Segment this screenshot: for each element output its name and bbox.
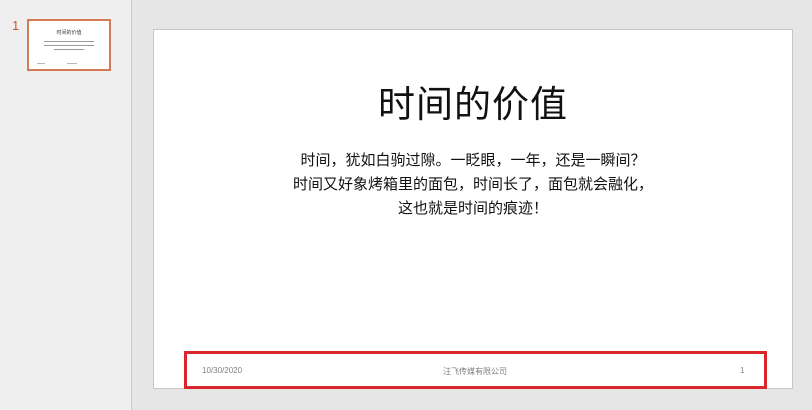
- slide-thumbnail-text-line: [44, 41, 94, 42]
- slide-thumbnail-footer-mark: [37, 63, 45, 64]
- footer-page-number[interactable]: 1: [740, 366, 744, 375]
- footer-company[interactable]: 汪飞传媒有限公司: [380, 366, 570, 377]
- slide-canvas[interactable]: 时间的价值 时间，犹如白驹过隙。一眨眼，一年，还是一瞬间？ 时间又好象烤箱里的面…: [153, 29, 793, 389]
- footer-date[interactable]: 10/30/2020: [202, 366, 242, 375]
- slide-body-text[interactable]: 时间，犹如白驹过隙。一眨眼，一年，还是一瞬间？ 时间又好象烤箱里的面包，时间长了…: [154, 148, 792, 220]
- slide-body-line: 时间，犹如白驹过隙。一眨眼，一年，还是一瞬间？: [300, 151, 646, 169]
- slide-body-line: 这也就是时间的痕迹！: [397, 199, 548, 217]
- slide-thumbnail-1[interactable]: 时间的价值: [27, 19, 111, 71]
- slide-thumbnail-title: 时间的价值: [56, 30, 82, 36]
- slide-body-line: 时间又好象烤箱里的面包，时间长了，面包就会融化，: [292, 175, 653, 193]
- slide-thumbnail-text-line: [44, 45, 94, 46]
- slide-thumbnail-text-line: [54, 49, 84, 50]
- slide-thumbnails-pane[interactable]: 1 时间的价值: [0, 0, 131, 410]
- slide-title[interactable]: 时间的价值: [154, 74, 792, 128]
- slide-thumbnail-footer-mark: [67, 63, 77, 64]
- slide-thumbnail-number: 1: [12, 18, 20, 33]
- presentation-editor: 1 时间的价值 时间的价值 时间，犹如白驹过隙。一眨眼，一年，还是一瞬间？ 时间…: [0, 0, 812, 410]
